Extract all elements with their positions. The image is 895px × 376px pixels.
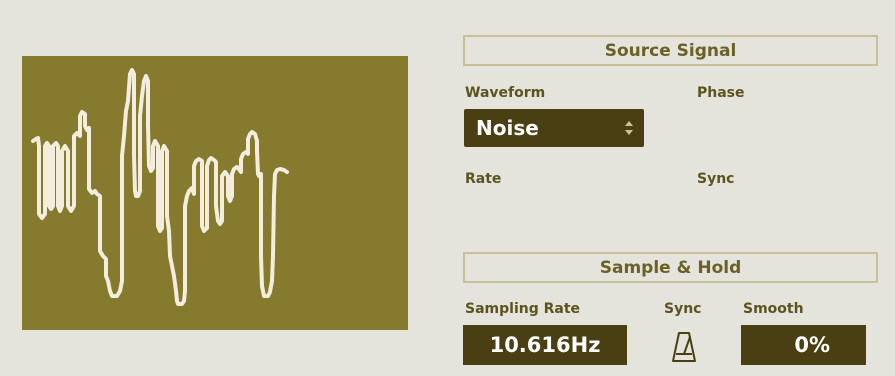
source-sync-label: Sync (697, 171, 735, 187)
sampling-rate-label: Sampling Rate (465, 301, 581, 317)
waveform-graph (31, 68, 289, 306)
waveform-select-value: Noise (476, 116, 539, 140)
waveform-display (22, 56, 408, 330)
waveform-select[interactable]: Noise (464, 109, 644, 147)
sample-hold-header: Sample & Hold (463, 252, 878, 283)
sample-hold-sync-label: Sync (664, 301, 702, 317)
sample-hold-title: Sample & Hold (599, 257, 742, 278)
up-down-arrows-icon (625, 121, 633, 135)
rate-label: Rate (465, 171, 502, 187)
source-signal-header: Source Signal (463, 35, 878, 66)
sampling-rate-field[interactable]: 10.616Hz (463, 325, 627, 365)
waveform-trace (31, 68, 289, 306)
smooth-label: Smooth (743, 301, 804, 317)
smooth-value: 0% (794, 333, 830, 357)
sampling-rate-value: 10.616Hz (489, 333, 601, 357)
phase-label: Phase (697, 85, 745, 101)
waveform-label: Waveform (465, 85, 546, 101)
smooth-field[interactable]: 0% (741, 325, 866, 365)
source-signal-title: Source Signal (604, 40, 737, 61)
metronome-icon[interactable] (670, 330, 698, 364)
